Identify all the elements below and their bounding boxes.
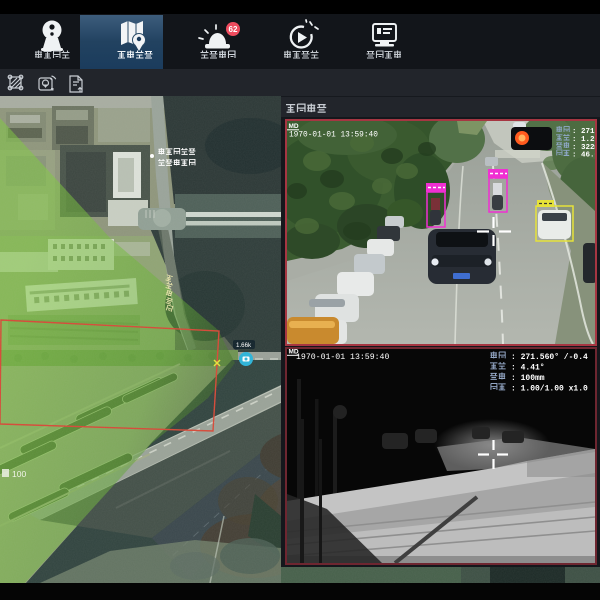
svg-text:1970-01-01 13:59:40: 1970-01-01 13:59:40 — [289, 132, 378, 140]
svg-text:: 271.: : 271. — [572, 128, 595, 136]
svg-text:1970-01-01 13:59:40: 1970-01-01 13:59:40 — [296, 353, 389, 362]
svg-text:: 100mm: : 100mm — [511, 374, 545, 383]
svg-text:62: 62 — [229, 25, 238, 34]
svg-text:MD: MD — [289, 123, 299, 130]
svg-text:: 1.20: : 1.20 — [572, 136, 595, 144]
svg-text:: 1.00/1.00 x1.0: : 1.00/1.00 x1.0 — [511, 385, 588, 394]
svg-text:: 4.41°: : 4.41° — [511, 364, 545, 373]
svg-text:: 46.00: : 46.00 — [572, 152, 595, 160]
svg-text:: 271.560° /-0.4: : 271.560° /-0.4 — [511, 353, 588, 362]
